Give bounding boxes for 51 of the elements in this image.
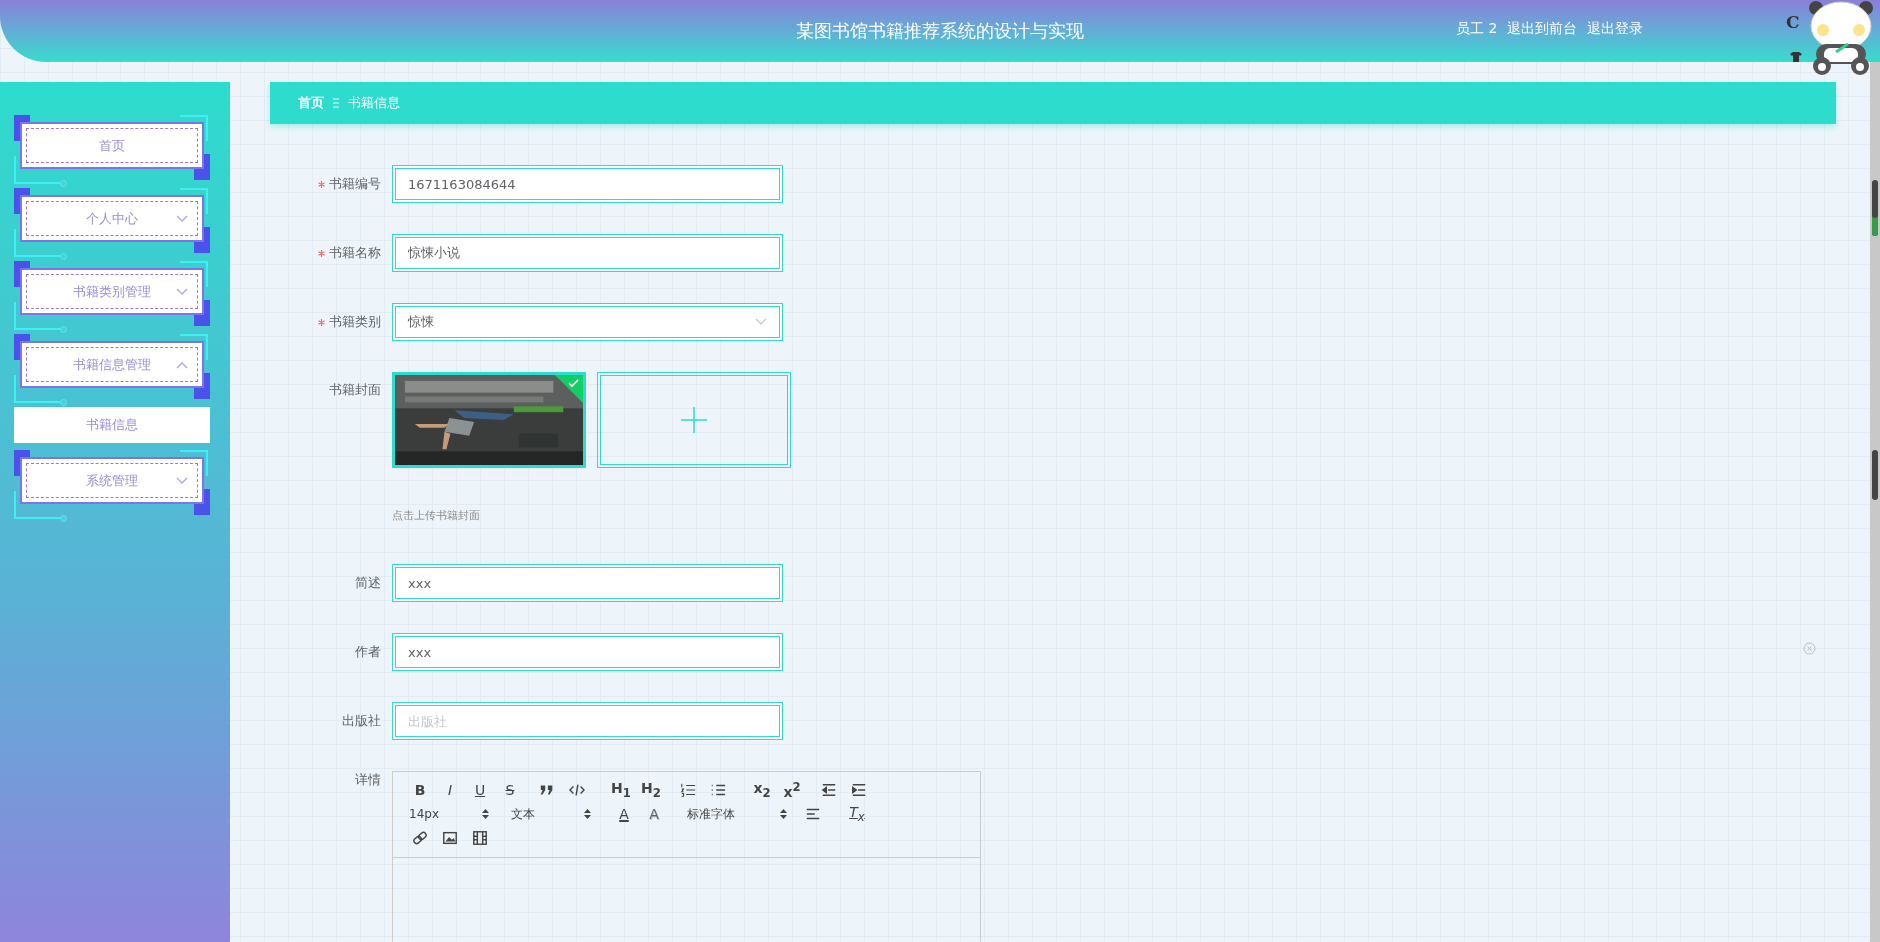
align-left-icon[interactable] — [805, 806, 821, 822]
updown-icon — [584, 809, 591, 819]
system-title: 某图书馆书籍推荐系统的设计与实现 — [796, 19, 1084, 43]
scrollbar[interactable] — [1870, 62, 1880, 942]
script-button[interactable]: x$^{2}$ — [777, 779, 807, 801]
heading-button[interactable]: H$_{1}$ — [606, 779, 636, 801]
user-name: 员工 2 — [1456, 20, 1498, 38]
plus-icon — [681, 407, 707, 433]
select-field[interactable]: 惊悚 — [392, 303, 783, 341]
input-field[interactable]: 1671163084644 — [392, 165, 783, 203]
field-label: 书籍类别 — [318, 313, 381, 331]
upload-hint: 点击上传书籍封面 — [392, 508, 481, 523]
script-button[interactable]: x$_{2}$ — [747, 779, 777, 801]
strikethrough-button[interactable]: S — [495, 779, 525, 801]
link-icon[interactable] — [412, 830, 428, 846]
bullet-list-icon[interactable] — [710, 782, 726, 798]
separator-icon — [332, 98, 340, 108]
updown-icon — [482, 809, 489, 819]
updown-icon — [780, 809, 787, 819]
input-field[interactable]: 惊悚小说 — [392, 234, 783, 272]
outdent-icon[interactable] — [821, 782, 837, 798]
toolbar-dropdown[interactable]: 14px — [405, 803, 493, 825]
field-label: 书籍编号 — [318, 175, 381, 193]
toolbar-dropdown[interactable]: 文本 — [507, 803, 595, 825]
input-field[interactable]: xxx — [392, 633, 783, 671]
field-label: 出版社 — [342, 712, 381, 730]
input-field[interactable]: 出版社 — [392, 702, 783, 740]
field-label: 书籍封面 — [329, 381, 381, 399]
ordered-list-icon[interactable] — [680, 782, 696, 798]
field-label: 作者 — [355, 643, 381, 661]
heading-button[interactable]: H$_{2}$ — [636, 779, 666, 801]
chevron-down-icon — [755, 318, 767, 326]
image-icon[interactable] — [442, 830, 458, 846]
field-label: 简述 — [355, 574, 381, 592]
clear-format-button[interactable]: T$_{x}$ — [842, 803, 872, 825]
success-check-icon — [555, 375, 583, 403]
input-field[interactable]: xxx — [392, 564, 783, 602]
field-label: 详情 — [355, 771, 381, 789]
code-icon[interactable] — [569, 782, 585, 798]
italic-button[interactable]: I — [435, 779, 465, 801]
shirt-icon — [1790, 52, 1802, 62]
toolbar-dropdown[interactable]: 标准字体 — [683, 803, 791, 825]
video-icon[interactable] — [472, 830, 488, 846]
field-label: 书籍名称 — [318, 244, 381, 262]
rich-text-editor[interactable]: B I U S H$_{1}$ H$_{2}$ x$_{2}$ x$^{2}$ 14px 文本 A A 标准字体 T$_{x}$ — [392, 771, 981, 942]
bold-button[interactable]: B — [405, 779, 435, 801]
underline-button[interactable]: U — [465, 779, 495, 801]
background-color-button[interactable]: A — [639, 803, 669, 825]
indent-icon[interactable] — [851, 782, 867, 798]
text-color-button[interactable]: A — [609, 803, 639, 825]
decor-letter: C — [1786, 12, 1800, 32]
